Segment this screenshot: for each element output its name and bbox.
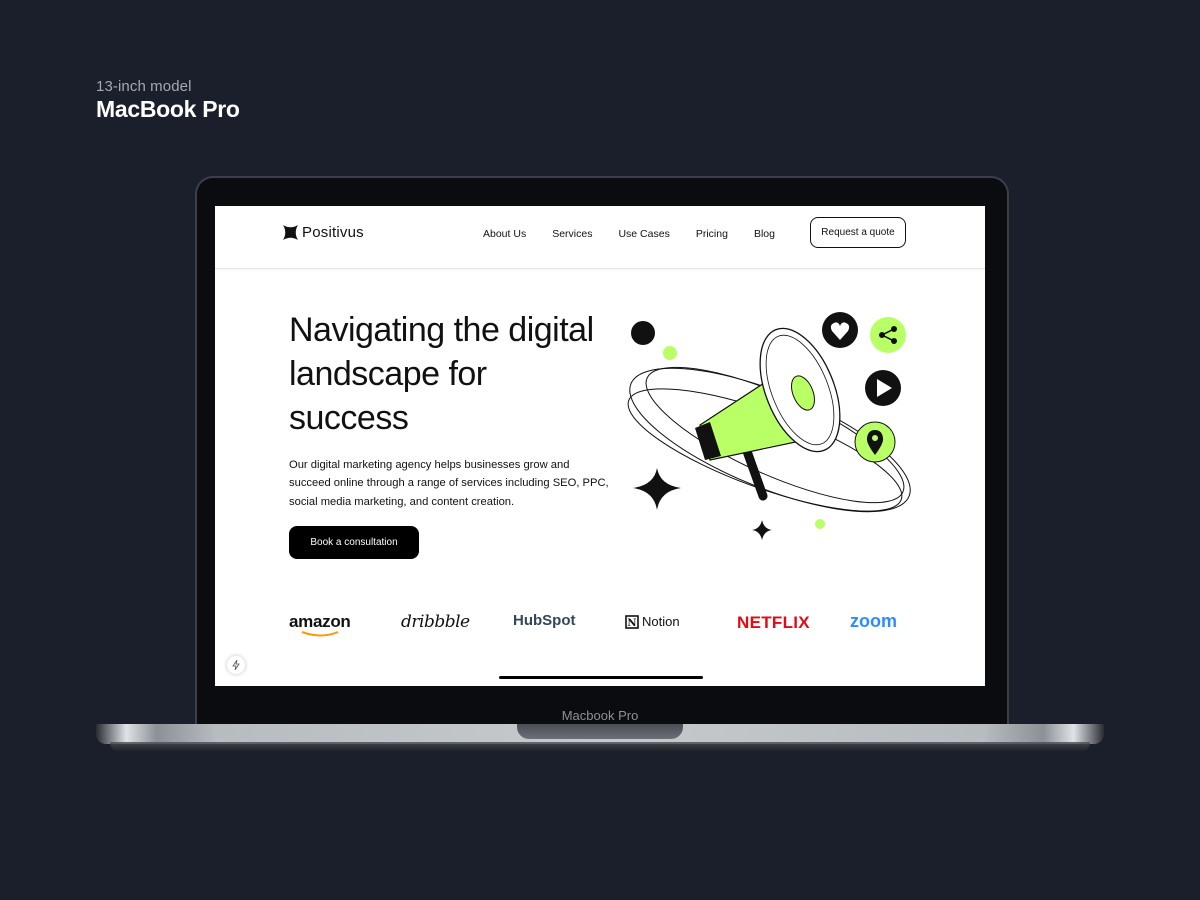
- client-logos: amazon dribbble HubSpot N Notion NETFLIX…: [289, 606, 919, 640]
- dribbble-logo: dribbble: [401, 612, 470, 632]
- megaphone-illustration: [627, 312, 911, 540]
- heart-icon: [822, 312, 858, 348]
- hubspot-logo: HubSpot: [513, 612, 576, 629]
- netflix-logo: NETFLIX: [737, 613, 810, 632]
- sparkle-small-icon: [752, 520, 772, 540]
- nav-about-us[interactable]: About Us: [483, 228, 526, 240]
- share-icon: [870, 317, 906, 353]
- model-subtitle: 13-inch model: [96, 78, 192, 95]
- zoom-logo: zoom: [850, 611, 897, 631]
- svg-text:N: N: [627, 618, 636, 629]
- lightning-icon[interactable]: [227, 656, 245, 674]
- brand-name: Positivus: [302, 224, 364, 241]
- notion-icon: N: [625, 614, 639, 629]
- black-dot-icon: [631, 321, 655, 345]
- nav-blog[interactable]: Blog: [754, 228, 775, 240]
- laptop-notch: [517, 724, 683, 739]
- book-consultation-button[interactable]: Book a consultation: [289, 526, 419, 559]
- laptop-base-shadow: [110, 742, 1090, 752]
- nav-use-cases[interactable]: Use Cases: [618, 228, 669, 240]
- green-dot-icon: [663, 346, 677, 360]
- lid-label: Macbook Pro: [561, 708, 639, 723]
- request-quote-button[interactable]: Request a quote: [810, 217, 906, 248]
- site-navbar: Positivus About Us Services Use Cases Pr…: [215, 206, 985, 269]
- nav-pricing[interactable]: Pricing: [696, 228, 728, 240]
- hero-description: Our digital marketing agency helps busin…: [289, 459, 609, 508]
- location-pin-icon: [854, 421, 896, 463]
- hero-title: Navigating the digital landscape for suc…: [289, 311, 594, 437]
- amazon-logo: amazon: [289, 612, 351, 637]
- model-title: MacBook Pro: [96, 96, 240, 122]
- positivus-star-icon: [283, 225, 298, 240]
- sparkle-large-icon: [633, 468, 681, 510]
- website-screen: Positivus About Us Services Use Cases Pr…: [215, 206, 985, 686]
- nav-services[interactable]: Services: [552, 228, 592, 240]
- play-icon: [865, 370, 901, 406]
- site-logo[interactable]: Positivus: [283, 224, 364, 241]
- notion-logo: N Notion: [625, 614, 680, 629]
- home-indicator: [499, 676, 703, 679]
- small-green-dot-icon: [815, 519, 825, 529]
- nav-links: About Us Services Use Cases Pricing Blog: [483, 228, 801, 240]
